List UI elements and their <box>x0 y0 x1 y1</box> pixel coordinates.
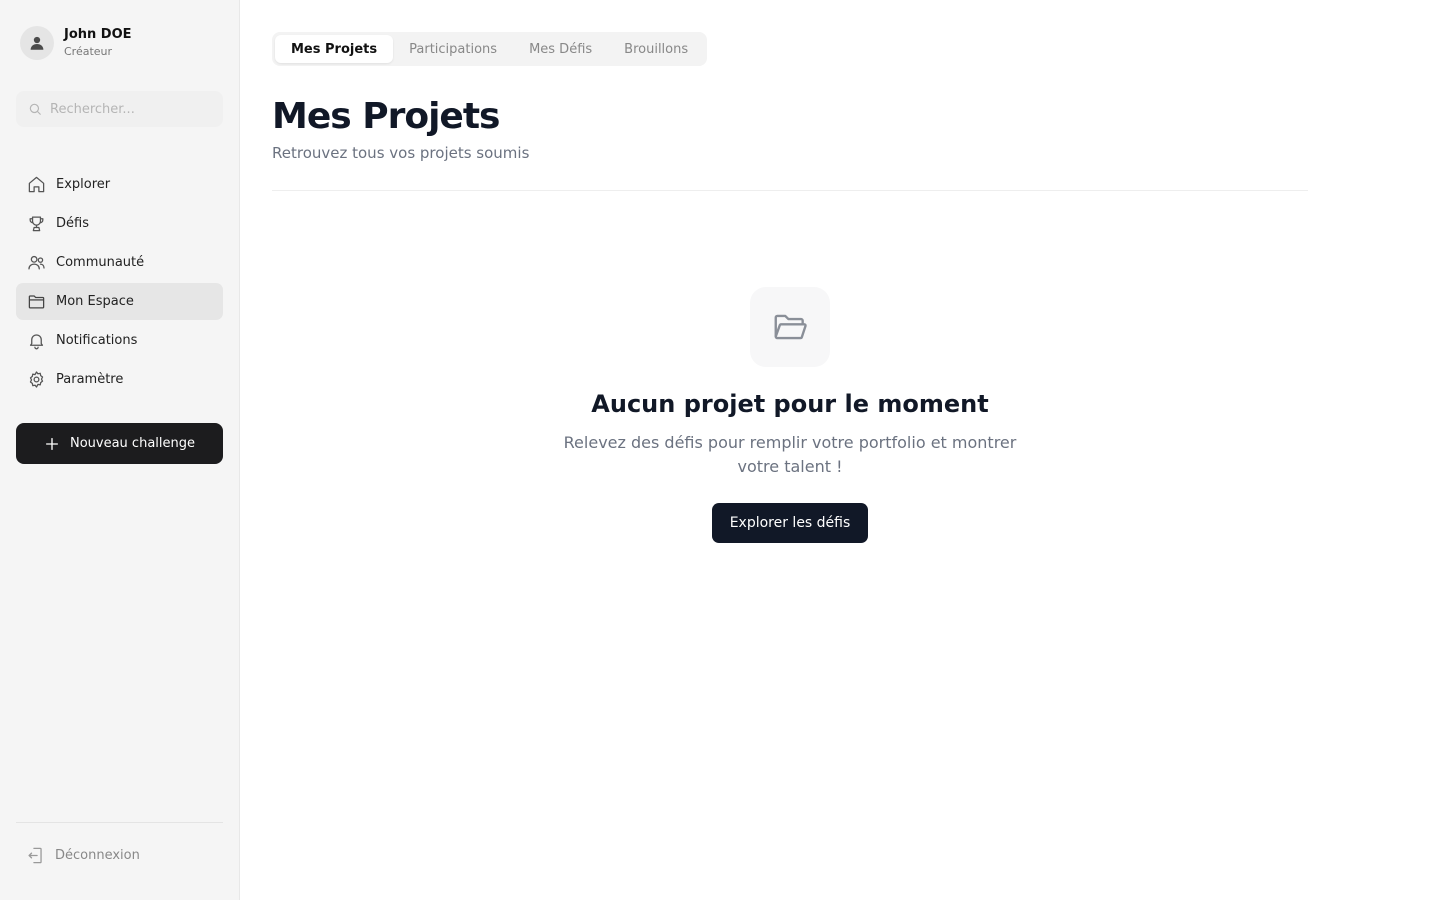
folder-open-icon <box>774 314 807 340</box>
user-profile[interactable]: John DOE Créateur <box>20 26 132 60</box>
user-name: John DOE <box>64 27 132 42</box>
new-challenge-button[interactable]: Nouveau challenge <box>16 423 223 464</box>
empty-state-icon-box <box>750 287 830 367</box>
sidebar-item-label: Explorer <box>56 177 111 192</box>
header-divider <box>272 190 1308 191</box>
sidebar-item-label: Mon Espace <box>56 294 134 309</box>
user-role: Créateur <box>64 45 113 58</box>
page-subtitle: Retrouvez tous vos projets soumis <box>272 144 530 162</box>
logout-icon <box>28 847 42 864</box>
home-icon <box>28 176 44 193</box>
tab-mes-defis[interactable]: Mes Défis <box>513 35 608 63</box>
sidebar-item-label: Paramètre <box>56 372 124 387</box>
sidebar-item-mon-espace[interactable]: Mon Espace <box>16 283 223 320</box>
page-title: Mes Projets <box>272 96 500 137</box>
tab-participations[interactable]: Participations <box>393 35 513 63</box>
trophy-icon <box>29 216 43 232</box>
sidebar-item-label: Défis <box>56 216 89 231</box>
user-icon <box>30 36 44 50</box>
sidebar-divider <box>16 822 223 823</box>
empty-state-text: Relevez des défis pour remplir votre por… <box>563 433 1017 476</box>
gear-icon <box>29 371 43 388</box>
sidebar-item-notifications[interactable]: Notifications <box>16 322 223 359</box>
tab-brouillons[interactable]: Brouillons <box>608 35 704 63</box>
tab-bar: Mes Projets Participations Mes Défis Bro… <box>272 32 708 66</box>
search-input[interactable] <box>50 101 210 117</box>
folder-icon <box>28 295 44 309</box>
logout-button[interactable]: Déconnexion <box>26 846 140 865</box>
search-box[interactable] <box>16 91 223 127</box>
new-challenge-label: Nouveau challenge <box>69 436 195 451</box>
sidebar-item-parametre[interactable]: Paramètre <box>16 361 223 398</box>
sidebar: John DOE Créateur Explorer <box>0 0 240 900</box>
tab-mes-projets[interactable]: Mes Projets <box>275 35 394 63</box>
sidebar-item-defis[interactable]: Défis <box>16 205 223 242</box>
explore-challenges-button[interactable]: Explorer les défis <box>712 503 868 543</box>
bell-icon <box>29 334 43 350</box>
logout-label: Déconnexion <box>55 848 140 863</box>
sidebar-nav: Explorer Défis Communauté Mon Espace Not… <box>16 166 223 400</box>
plus-icon <box>45 437 58 450</box>
empty-state-title: Aucun projet pour le moment <box>591 390 989 418</box>
users-icon <box>27 255 45 270</box>
avatar <box>20 26 54 60</box>
sidebar-item-explorer[interactable]: Explorer <box>16 166 223 203</box>
sidebar-item-label: Notifications <box>56 333 138 348</box>
sidebar-item-communaute[interactable]: Communauté <box>16 244 223 281</box>
sidebar-item-label: Communauté <box>56 255 145 270</box>
search-icon <box>29 103 41 115</box>
